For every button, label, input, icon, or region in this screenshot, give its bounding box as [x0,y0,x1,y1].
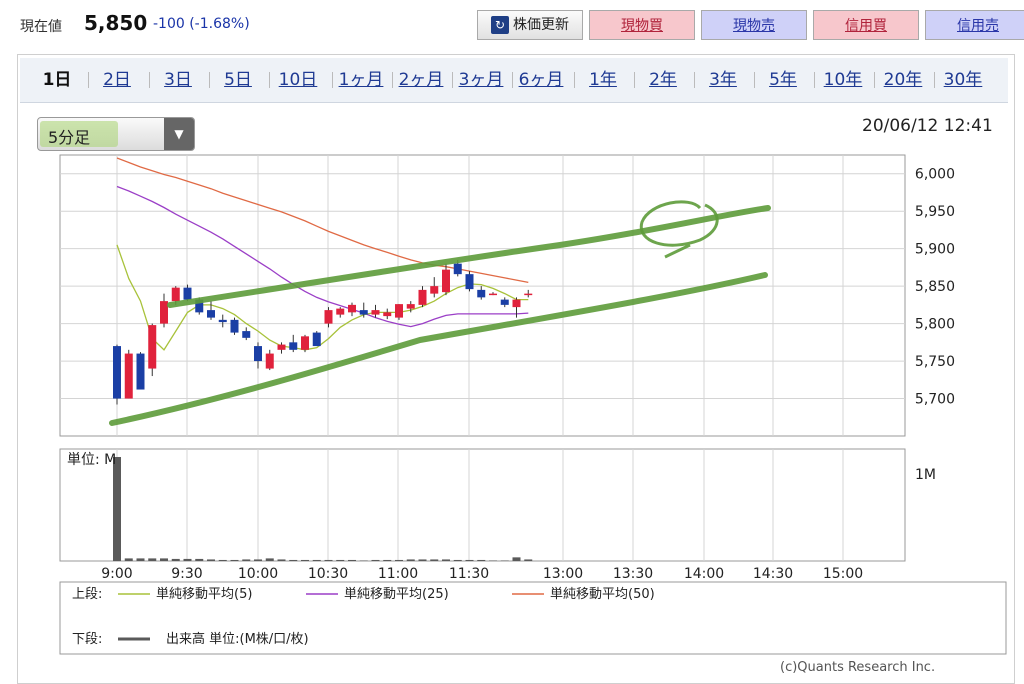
volume-bar [489,560,497,561]
volume-bar [359,560,368,561]
volume-bar [477,559,486,561]
candle-body [512,299,521,308]
volume-bar [195,558,204,561]
y-tick-label: 5,700 [915,392,955,408]
candle-body [312,332,321,347]
legend-ma5: 単純移動平均(5) [156,586,252,602]
x-tick-label: 11:00 [378,566,418,582]
volume-bar [348,559,356,561]
candle-body [371,310,380,315]
candle-body [418,289,427,305]
volume-bar [242,559,251,561]
y-tick-label: 5,800 [915,317,955,333]
y-tick-label: 5,900 [915,242,955,258]
volume-bar [418,559,427,561]
copyright-text: (c)Quants Research Inc. [780,660,936,675]
y-tick-label: 6,000 [915,167,955,183]
candle-body [324,310,333,324]
candle-body [207,310,215,318]
volume-bar [124,558,133,561]
candle-body [430,286,439,294]
candle-body [242,331,251,338]
x-tick-label: 15:00 [823,566,863,582]
candle-body [359,310,368,315]
candle-body [383,312,392,317]
x-tick-label: 10:00 [238,566,278,582]
volume-bar [301,559,309,561]
candle-body [171,287,180,302]
candle-body [442,269,450,293]
y-tick-label: 5,750 [915,354,955,370]
candle-body [136,353,145,390]
candle-body [453,263,462,275]
candle-body [265,353,274,369]
legend-ma50: 単純移動平均(50) [550,586,655,602]
candle-body [395,304,403,318]
volume-bar [312,559,321,561]
candle-body [160,301,168,324]
volume-bar [277,559,286,561]
candle-body [301,336,309,350]
candle-body [465,274,474,290]
candle-body [336,308,345,315]
candle-body [148,325,157,369]
candle-body [348,304,356,313]
volume-bar [207,559,215,561]
y-tick-label: 5,950 [915,204,955,220]
volume-bar [406,559,415,561]
candle-body [124,353,133,399]
x-tick-label: 13:00 [543,566,583,582]
candle-body [477,289,486,298]
volume-bar [430,559,439,561]
candle-body [277,344,286,350]
x-tick-label: 9:30 [171,566,202,582]
volume-bar [254,559,262,561]
volume-bar [218,559,227,561]
candle-body [113,346,121,399]
volume-bar [395,559,403,561]
volume-bar [442,559,450,561]
volume-bar [524,559,533,561]
x-tick-label: 14:00 [684,566,724,582]
candle-body [406,304,415,309]
legend-lower-label: 下段: [72,632,102,647]
x-tick-label: 13:30 [613,566,653,582]
volume-bar [113,457,121,561]
volume-bar [230,559,239,561]
volume-bar [183,558,192,561]
volume-bar [336,559,345,561]
legend-volume: 出来高 単位:(M株/口/枚) [166,631,309,647]
x-tick-label: 11:30 [449,566,489,582]
volume-bar [512,557,521,561]
volume-bar [500,560,509,561]
x-tick-label: 9:00 [101,566,132,582]
candle-body [183,287,192,300]
candle-body [218,319,227,323]
candle-body [500,299,509,305]
candle-body [230,319,239,333]
volume-bar [383,559,392,561]
legend-ma25: 単純移動平均(25) [344,586,449,602]
volume-bar [289,559,298,561]
candle-body [489,293,497,296]
volume-bar [148,558,157,561]
candle-body [289,342,298,350]
volume-bar [265,558,274,561]
x-tick-label: 10:30 [308,566,348,582]
volume-bar [465,559,474,561]
volume-bar [171,558,180,561]
x-tick-label: 14:30 [753,566,793,582]
volume-tick-label: 1M [915,467,936,483]
volume-bar [160,558,168,561]
legend-upper-label: 上段: [72,587,102,602]
volume-unit-label: 単位: M [67,452,116,468]
volume-bar [371,559,380,561]
volume-bar [453,559,462,561]
volume-bar [136,558,145,561]
candle-body [524,293,533,296]
stock-chart: 9:00 9:30 10:00 10:30 11:00 11:30 13:00 13:30 14… [59,154,1007,655]
y-tick-label: 5,850 [915,279,955,295]
candle-body [254,346,262,362]
volume-bar [324,559,333,561]
